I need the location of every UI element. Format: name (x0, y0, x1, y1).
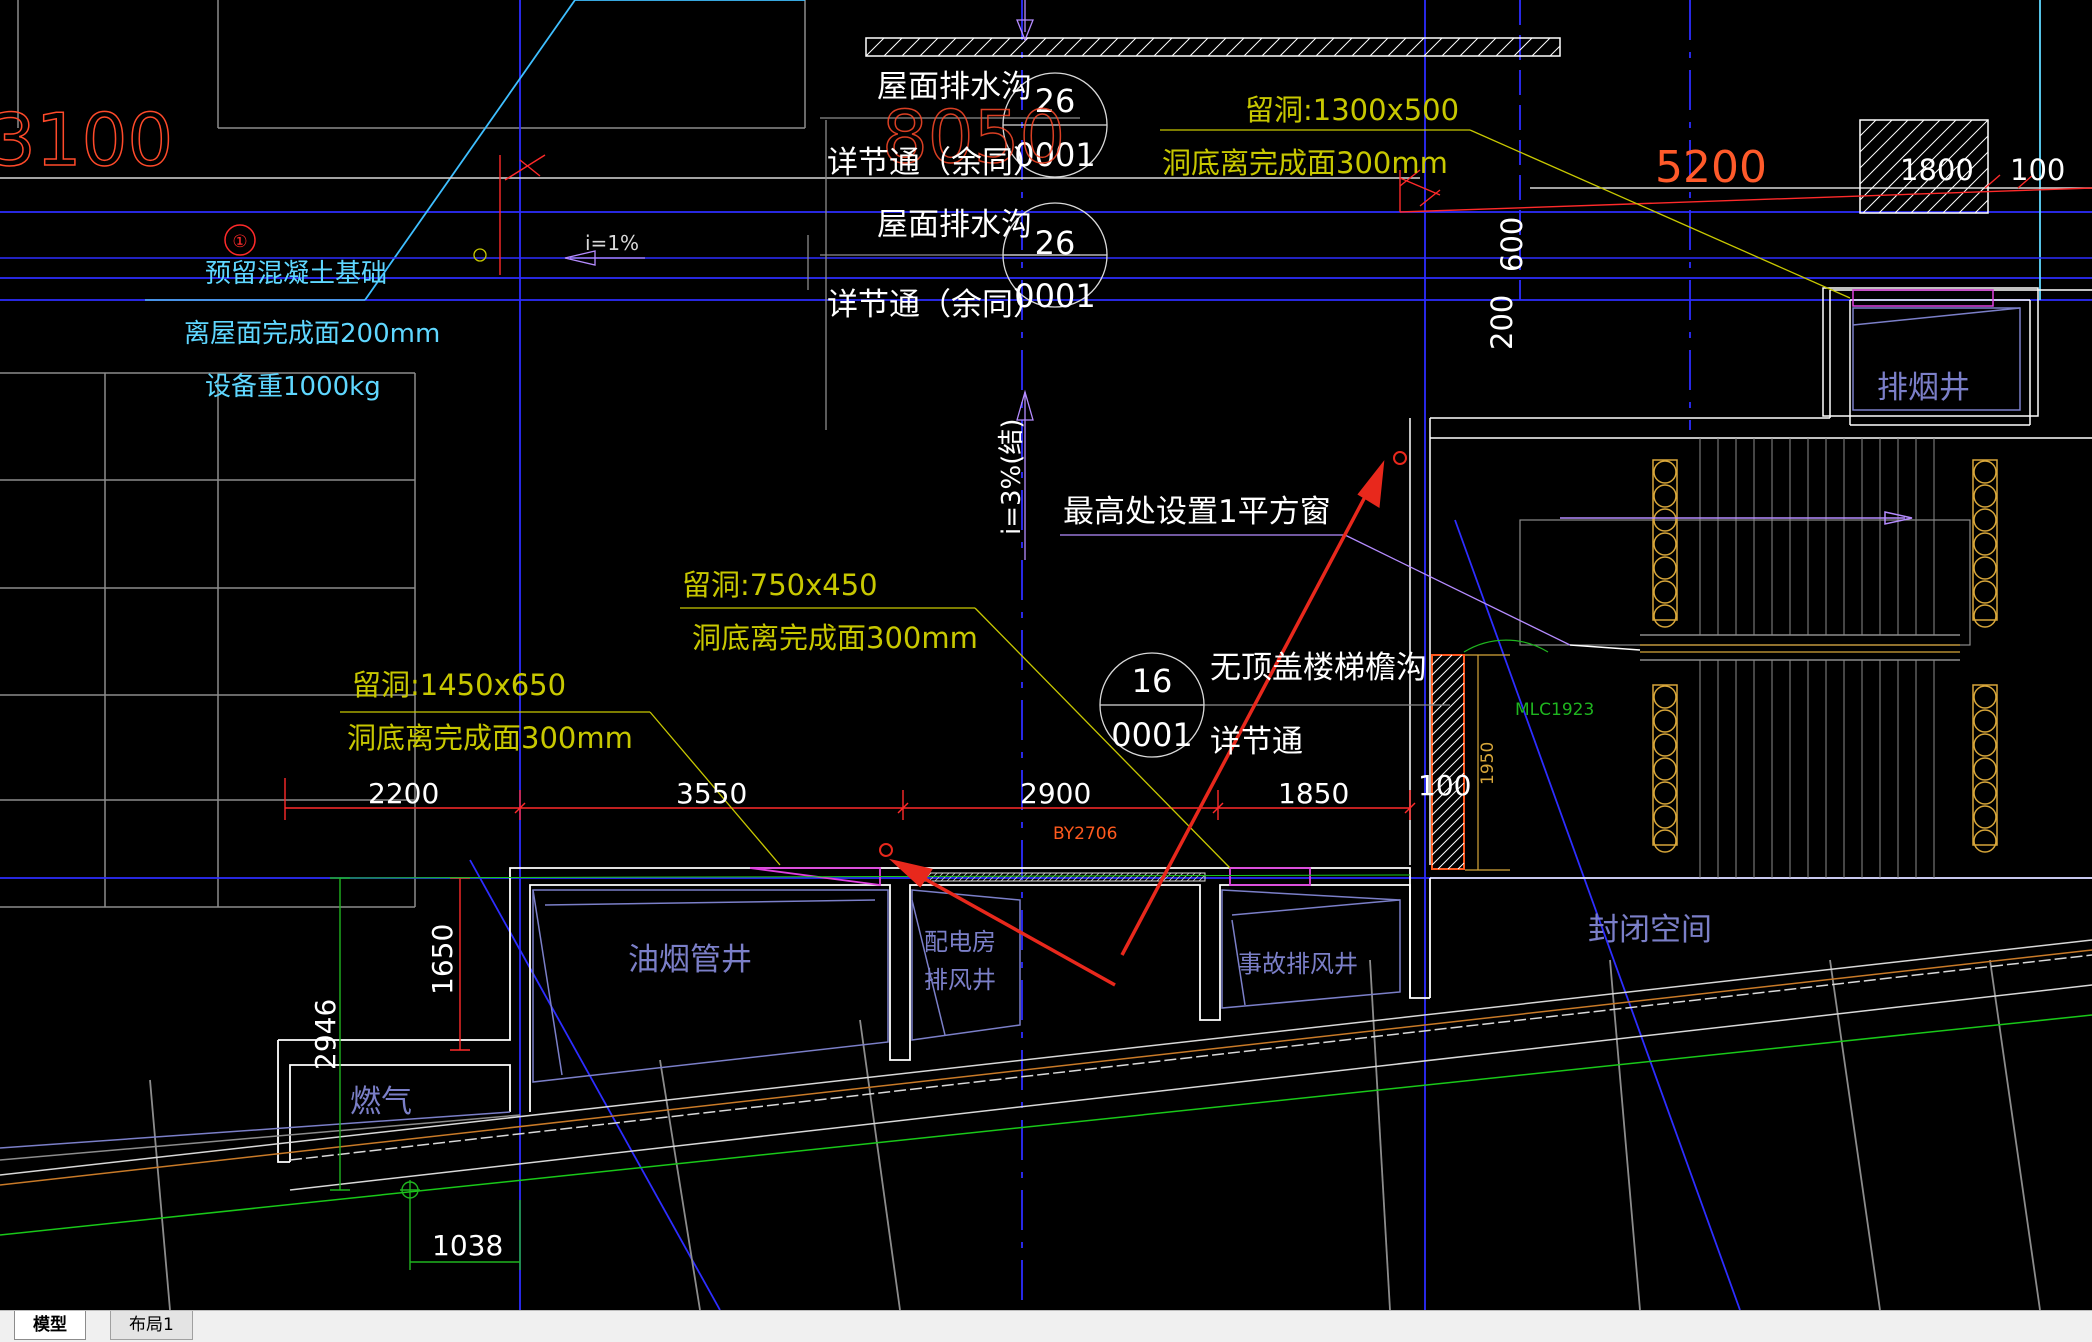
smoke-shaft-label: 排烟井 (1877, 370, 1970, 406)
dim-2200: 2200 (368, 777, 439, 810)
closed-space-label: 封闭空间 (1588, 912, 1712, 948)
dim-200: 200 (1485, 295, 1519, 350)
accident-exhaust-label: 事故排风井 (1238, 950, 1358, 978)
big-dim-3100: 3100 (0, 98, 173, 182)
roof-drain-label-2: 屋面排水沟 (877, 207, 1032, 243)
detail-marker-3-top: 16 (1132, 662, 1173, 700)
big-dim-5200: 5200 (1655, 142, 1767, 193)
dim-100-top: 100 (2010, 153, 2065, 187)
dim-100-mid: 100 (1418, 769, 1471, 802)
hole-1450-label: 留洞:1450x650 (352, 668, 566, 702)
window-note: 最高处设置1平方窗 (1063, 494, 1331, 530)
oil-shaft-label: 油烟管井 (628, 942, 752, 978)
hole-750-bottom-label: 洞底离完成面300mm (692, 621, 978, 655)
detail-marker-2-top: 26 (1035, 224, 1076, 262)
foundation-label-1: 预留混凝土基础 (205, 259, 387, 289)
dim-1850: 1850 (1278, 777, 1349, 810)
dim-2900: 2900 (1020, 777, 1091, 810)
beam-tag: BY2706 (1053, 824, 1117, 844)
tab-model[interactable]: 模型 (14, 1311, 86, 1340)
dim-600: 600 (1495, 217, 1529, 272)
detail-label-1: 详节通（余同） (827, 145, 1044, 181)
slope-1-label: i=1% (585, 231, 639, 255)
detail-label-2: 详节通（余同） (827, 287, 1044, 323)
gas-label: 燃气 (350, 1084, 412, 1120)
dim-1038: 1038 (432, 1229, 503, 1262)
hole-1450-bottom-label: 洞底离完成面300mm (347, 721, 633, 755)
roof-drain-label-1: 屋面排水沟 (877, 69, 1032, 105)
foundation-label-3: 设备重1000kg (205, 372, 381, 402)
tab-layout1[interactable]: 布局1 (110, 1311, 193, 1340)
cad-model-space[interactable]: ① 26 0001 26 0001 16 0001 3100 8050 5200… (0, 0, 2092, 1310)
power-room-label-2: 排风井 (924, 966, 996, 994)
stair-detail-label: 详节通 (1210, 724, 1303, 760)
detail-marker-3-bottom: 0001 (1111, 716, 1192, 754)
hole-1300-bottom-label: 洞底离完成面300mm (1162, 146, 1448, 180)
layout-tab-bar: 模型 布局1 (0, 1310, 2092, 1342)
power-room-label-1: 配电房 (924, 928, 996, 956)
dim-1950: 1950 (1478, 742, 1498, 785)
axis-number: ① (232, 232, 247, 252)
slope-3-label: i=3%(结) (997, 418, 1027, 535)
hole-750-label: 留洞:750x450 (682, 568, 878, 602)
stair-gutter-label: 无顶盖楼梯檐沟 (1210, 650, 1427, 686)
dim-1800: 1800 (1900, 153, 1974, 187)
door-tag: MLC1923 (1515, 700, 1594, 720)
dim-1650: 1650 (426, 924, 459, 995)
foundation-label-2: 离屋面完成面200mm (184, 319, 440, 349)
hole-1300-label: 留洞:1300x500 (1245, 93, 1459, 127)
detail-marker-3: 16 0001 (1099, 652, 1205, 758)
dim-2946: 2946 (309, 999, 342, 1070)
dim-3550: 3550 (676, 777, 747, 810)
